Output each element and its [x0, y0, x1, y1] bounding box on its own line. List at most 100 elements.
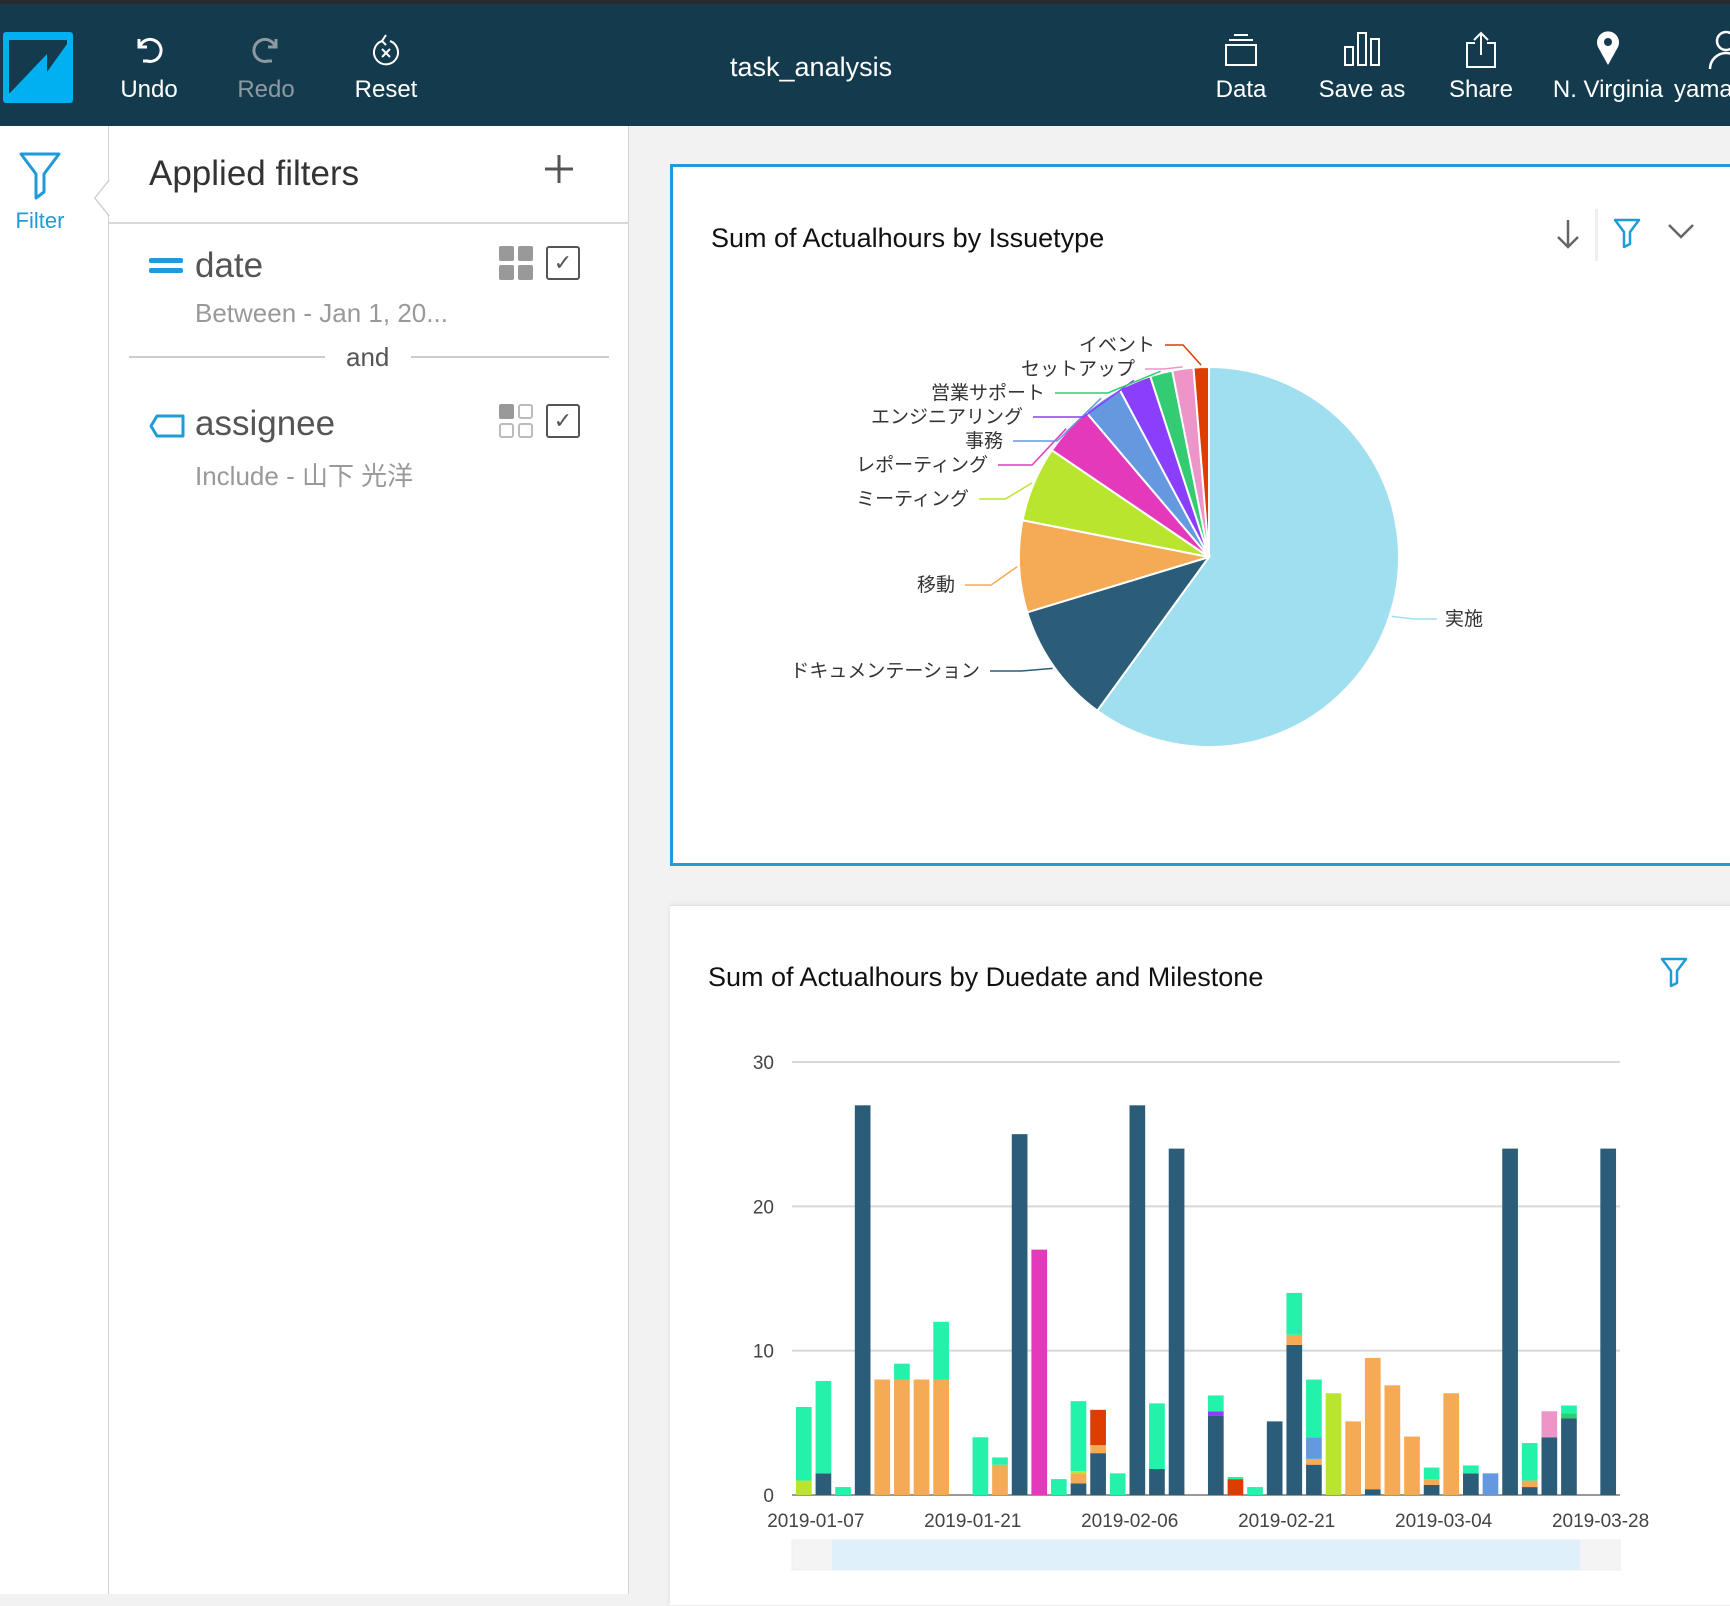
bar-segment[interactable] — [1070, 1401, 1087, 1472]
equals-icon — [149, 258, 183, 273]
bar-segment[interactable] — [835, 1487, 851, 1495]
bar-segment[interactable] — [1031, 1249, 1048, 1495]
bar-segment[interactable] — [1149, 1403, 1165, 1470]
save-as-button[interactable]: Save as — [1318, 28, 1406, 104]
bar-segment[interactable] — [1129, 1105, 1146, 1495]
bar-segment[interactable] — [1306, 1437, 1322, 1459]
applied-filters-panel: Applied filters date Between - Jan 1, 20… — [109, 126, 629, 1594]
bar-segment[interactable] — [1423, 1484, 1440, 1495]
filter-item-date[interactable]: date Between - Jan 1, 20... ✓ — [149, 246, 589, 336]
bar-segment[interactable] — [1541, 1411, 1558, 1438]
bar-segment[interactable] — [1502, 1148, 1518, 1495]
bar-segment[interactable] — [933, 1321, 949, 1380]
bar-segment[interactable] — [795, 1480, 812, 1495]
share-button[interactable]: Share — [1448, 28, 1514, 104]
range-selector[interactable] — [832, 1540, 1580, 1570]
bar-segment[interactable] — [1561, 1413, 1577, 1419]
bar-segment[interactable] — [1227, 1476, 1244, 1480]
bar-segment[interactable] — [1207, 1411, 1224, 1416]
visual-bar-duedate-milestone[interactable]: Sum of Actualhours by Duedate and Milest… — [670, 905, 1730, 1605]
bar-segment[interactable] — [1011, 1134, 1028, 1495]
bar-segment[interactable] — [1286, 1292, 1303, 1335]
filter-name[interactable]: date — [195, 246, 263, 286]
bar-segment[interactable] — [1090, 1445, 1106, 1454]
bar-segment[interactable] — [1423, 1467, 1440, 1480]
bar-segment[interactable] — [1070, 1483, 1087, 1495]
bar-segment[interactable] — [854, 1105, 871, 1495]
bar-segment[interactable] — [1423, 1479, 1440, 1485]
bar-segment[interactable] — [933, 1379, 949, 1495]
pie-leader-line — [1145, 366, 1183, 370]
reset-icon — [373, 34, 399, 66]
bar-segment[interactable] — [1090, 1453, 1106, 1495]
bar-segment[interactable] — [1521, 1443, 1538, 1481]
visual-pie-issuetype[interactable]: Sum of Actualhours by Issuetype 実施 ドキュメンテ… — [670, 164, 1730, 866]
bar-segment[interactable] — [1404, 1436, 1420, 1495]
bar-segment[interactable] — [1090, 1409, 1106, 1446]
bar-segment[interactable] — [1384, 1385, 1401, 1495]
bar-segment[interactable] — [1286, 1334, 1303, 1345]
bar-segment[interactable] — [1463, 1465, 1479, 1474]
bar-segment[interactable] — [874, 1379, 891, 1495]
bar-segment[interactable] — [1325, 1393, 1342, 1495]
bar-segment[interactable] — [1051, 1479, 1067, 1495]
reset-button[interactable]: Reset — [350, 28, 422, 104]
bar-segment[interactable] — [1463, 1473, 1479, 1495]
quicksight-logo[interactable] — [3, 32, 73, 103]
checkmark-icon: ✓ — [553, 250, 573, 275]
pie-leader-line — [1165, 344, 1202, 366]
filter-enabled-checkbox[interactable]: ✓ — [546, 246, 580, 280]
bar-segment[interactable] — [1109, 1473, 1126, 1495]
bar-segment[interactable] — [1443, 1393, 1460, 1495]
bar-segment[interactable] — [1364, 1489, 1381, 1495]
plus-icon — [545, 155, 573, 183]
all-visuals-icon[interactable] — [499, 246, 533, 280]
bar-segment[interactable] — [972, 1437, 989, 1495]
bar-segment[interactable] — [1364, 1357, 1381, 1490]
bar-segment[interactable] — [1070, 1473, 1087, 1484]
bar-segment[interactable] — [992, 1457, 1008, 1465]
add-filter-button[interactable] — [544, 148, 574, 192]
pie-leader-line — [990, 667, 1053, 672]
bar-segment[interactable] — [1541, 1437, 1558, 1495]
bar-segment[interactable] — [815, 1380, 832, 1474]
x-tick-label: 2019-01-21 — [924, 1511, 1021, 1532]
x-tick-label: 2019-02-06 — [1081, 1511, 1178, 1532]
bar-segment[interactable] — [795, 1406, 812, 1481]
bar-segment[interactable] — [992, 1464, 1008, 1495]
bar-segment[interactable] — [1561, 1418, 1577, 1495]
bar-segment[interactable] — [1149, 1469, 1165, 1495]
bar-segment[interactable] — [1227, 1479, 1244, 1495]
filter-name[interactable]: assignee — [195, 404, 335, 444]
single-visual-icon[interactable] — [499, 404, 533, 438]
data-button[interactable]: Data — [1214, 28, 1268, 104]
bar-segment[interactable] — [913, 1379, 930, 1495]
filter-enabled-checkbox[interactable]: ✓ — [546, 404, 580, 438]
bar-segment[interactable] — [1600, 1148, 1617, 1495]
bar-segment[interactable] — [1482, 1473, 1499, 1495]
region-button[interactable]: N. Virginia — [1546, 28, 1670, 104]
redo-button[interactable]: Redo — [233, 28, 299, 104]
bar-segment[interactable] — [1207, 1395, 1224, 1412]
bar-segment[interactable] — [1561, 1405, 1577, 1414]
bar-segment[interactable] — [894, 1363, 910, 1380]
bar-segment[interactable] — [1168, 1148, 1185, 1495]
user-button[interactable]: yaman — [1674, 28, 1730, 104]
undo-label: Undo — [120, 76, 178, 103]
bar-segment[interactable] — [1247, 1487, 1263, 1495]
bar-segment[interactable] — [1521, 1480, 1538, 1488]
bar-segment[interactable] — [1521, 1487, 1538, 1495]
undo-button[interactable]: Undo — [116, 28, 182, 104]
filter-item-assignee[interactable]: assignee Include - 山下 光洋 ✓ — [149, 404, 589, 494]
bar-segment[interactable] — [1306, 1458, 1322, 1465]
bar-segment[interactable] — [1266, 1421, 1283, 1495]
bar-segment[interactable] — [815, 1473, 832, 1495]
bar-segment[interactable] — [1070, 1471, 1087, 1474]
bar-segment[interactable] — [1306, 1464, 1322, 1495]
bar-segment[interactable] — [1286, 1344, 1303, 1495]
bar-segment[interactable] — [894, 1379, 910, 1495]
bar-segment[interactable] — [1306, 1379, 1322, 1438]
bar-segment[interactable] — [1345, 1421, 1361, 1495]
bar-segment[interactable] — [1207, 1415, 1224, 1495]
rail-filter-button[interactable]: Filter — [8, 150, 72, 234]
